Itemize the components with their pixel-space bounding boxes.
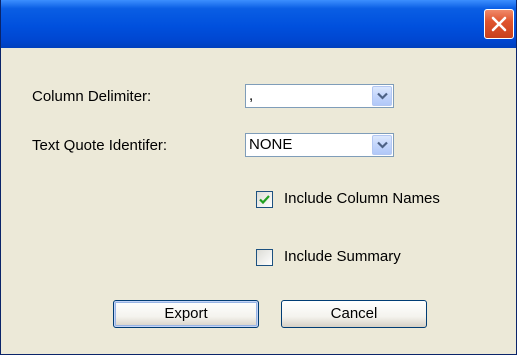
column-delimiter-label: Column Delimiter: (32, 88, 152, 105)
close-icon (491, 16, 507, 32)
include-summary-checkbox[interactable] (256, 249, 273, 266)
chevron-down-icon (377, 141, 388, 149)
dialog-body: Column Delimiter: , Text Quote Identifer… (5, 48, 512, 350)
text-quote-select[interactable]: NONE (245, 133, 394, 157)
export-button[interactable]: Export (113, 300, 259, 328)
chevron-down-icon (377, 92, 388, 100)
checkmark-icon (259, 195, 270, 205)
text-quote-dropdown-button[interactable] (372, 135, 392, 155)
column-delimiter-dropdown-button[interactable] (372, 86, 392, 106)
text-quote-label: Text Quote Identifer: (32, 137, 168, 154)
close-button[interactable] (484, 9, 514, 39)
include-summary-label[interactable]: Include Summary (284, 248, 401, 265)
title-bar[interactable] (1, 0, 516, 48)
text-quote-value: NONE (249, 136, 293, 153)
column-delimiter-value: , (249, 87, 254, 104)
export-dialog: Column Delimiter: , Text Quote Identifer… (0, 0, 517, 355)
include-column-names-checkbox[interactable] (256, 191, 273, 208)
include-column-names-label[interactable]: Include Column Names (284, 190, 440, 207)
column-delimiter-select[interactable]: , (245, 84, 394, 108)
cancel-button[interactable]: Cancel (281, 300, 427, 328)
